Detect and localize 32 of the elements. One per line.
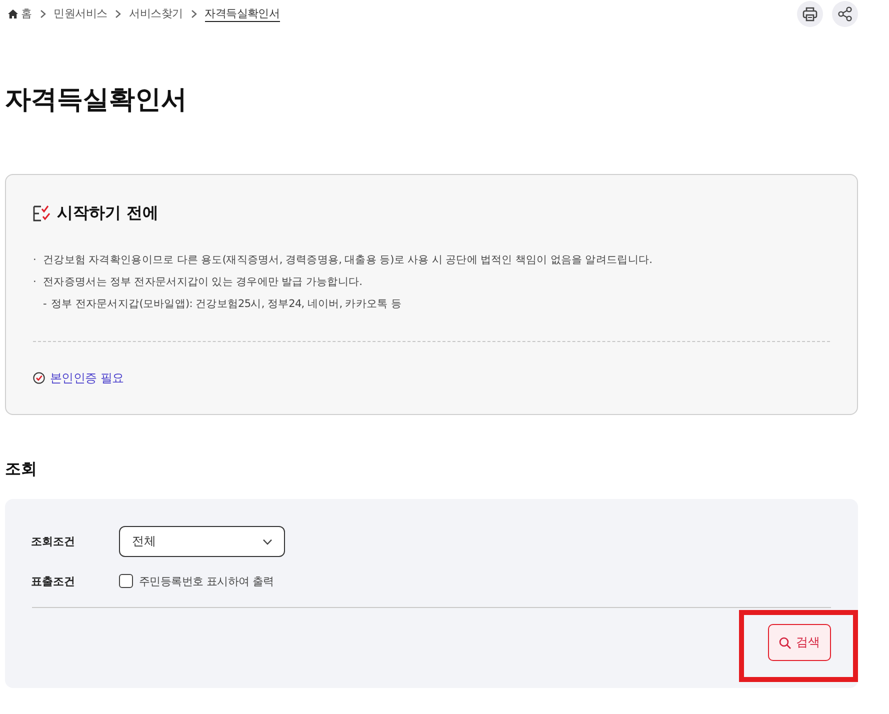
chevron-down-icon xyxy=(263,538,272,544)
print-button[interactable] xyxy=(797,1,823,27)
search-button[interactable]: 검색 xyxy=(768,624,831,661)
chevron-icon xyxy=(190,10,197,18)
requirement-text: 본인인증 필요 xyxy=(50,370,124,386)
notice-text: 건강보험 자격확인용이므로 다른 용도(재직증명서, 경력증명용, 대출용 등)로 사용 시 공단에 법적인 책임이 없음을 알려드립니다. xyxy=(43,253,652,267)
checkbox[interactable] xyxy=(119,574,133,588)
breadcrumb-link[interactable]: 서비스찾기 xyxy=(129,7,183,21)
breadcrumb-link[interactable]: 민원서비스 xyxy=(54,7,108,21)
list-bullet: · xyxy=(33,276,37,288)
breadcrumb-link[interactable]: 자격득실확인서 xyxy=(204,6,280,22)
chevron-icon xyxy=(40,10,46,18)
checklist-icon xyxy=(33,204,51,222)
list-bullet: · xyxy=(33,254,37,266)
field-label: 표출조건 xyxy=(31,574,75,588)
chevron-icon xyxy=(115,10,122,18)
select-field[interactable]: 전체 xyxy=(119,526,285,557)
breadcrumb-link[interactable]: 홈 xyxy=(8,7,32,21)
share-icon xyxy=(837,6,853,22)
search-icon xyxy=(779,636,791,648)
notice-text: 전자증명서는 정부 전자문서지갑이 있는 경우에만 발급 가능합니다. xyxy=(43,275,362,289)
notice-text: 정부 전자문서지갑(모바일앱): 건강보험25시, 정부24, 네이버, 카카오톡 등 xyxy=(51,297,402,311)
home-icon xyxy=(8,9,18,19)
field-label: 조회조건 xyxy=(31,534,75,549)
section-heading: 조회 xyxy=(5,459,37,479)
page-title: 자격득실확인서 xyxy=(5,85,187,116)
printer-icon xyxy=(802,6,818,22)
share-button[interactable] xyxy=(832,1,858,27)
check-circle-icon xyxy=(33,372,45,384)
checkbox-label[interactable]: 주민등록번호 표시하여 출력 xyxy=(139,574,274,588)
notice-title: 시작하기 전에 xyxy=(57,202,159,224)
list-dash: - xyxy=(43,298,48,310)
